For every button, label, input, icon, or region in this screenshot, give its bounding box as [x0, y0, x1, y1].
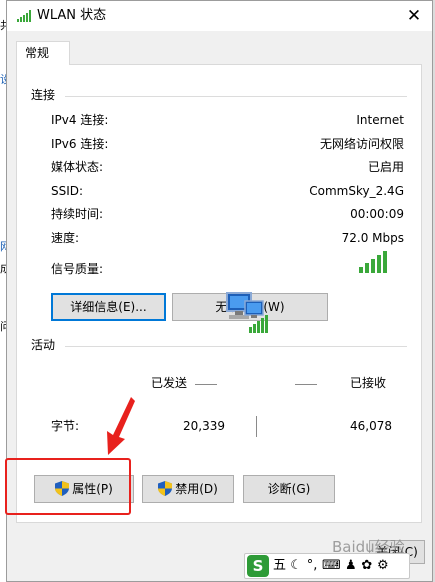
ssid-label: SSID:	[51, 184, 84, 198]
moon-icon[interactable]: ☾	[290, 558, 302, 574]
user-icon[interactable]: ♟	[345, 558, 357, 574]
bytes-divider	[256, 416, 257, 437]
highlight-arrow-icon	[107, 397, 135, 455]
ipv6-value: 无网络访问权限	[319, 137, 404, 151]
disable-label: 禁用(D)	[175, 482, 218, 496]
received-line	[295, 384, 317, 385]
signal-strength-icon	[359, 251, 387, 273]
close-icon[interactable]: ✕	[396, 1, 432, 31]
connection-section-title: 连接	[31, 88, 60, 103]
ime-toolbar[interactable]: S 五 ☾ °, ⌨ ♟ ✿ ⚙	[244, 553, 410, 579]
activity-section-title: 活动	[31, 338, 60, 353]
disable-button[interactable]: 禁用(D)	[142, 475, 234, 503]
received-label: 已接收	[350, 376, 387, 390]
skin-icon[interactable]: ✿	[361, 558, 373, 574]
details-button[interactable]: 详细信息(E)...	[51, 293, 166, 321]
media-state-value: 已启用	[367, 160, 404, 174]
highlight-frame	[5, 458, 131, 515]
ipv4-label: IPv4 连接:	[51, 113, 109, 127]
section-divider	[65, 346, 407, 347]
ime-logo-icon[interactable]: S	[247, 555, 269, 577]
ipv4-value: Internet	[356, 113, 404, 127]
signal-quality-label: 信号质量:	[51, 262, 104, 276]
title-bar[interactable]: WLAN 状态 ✕	[7, 1, 432, 31]
uac-shield-icon	[158, 481, 173, 496]
ssid-value: CommSky_2.4G	[309, 184, 404, 198]
ime-mode-wubi[interactable]: 五	[273, 558, 286, 574]
bytes-label: 字节:	[51, 419, 80, 433]
bytes-received-value: 46,078	[350, 419, 392, 433]
duration-value: 00:00:09	[350, 207, 404, 221]
duration-label: 持续时间:	[51, 207, 104, 221]
section-divider	[65, 96, 407, 97]
ipv6-label: IPv6 连接:	[51, 137, 109, 151]
bytes-sent-value: 20,339	[183, 419, 225, 433]
sent-line	[195, 384, 217, 385]
tab-general[interactable]: 常规	[16, 41, 70, 65]
diagnose-button[interactable]: 诊断(G)	[243, 475, 335, 503]
speed-label: 速度:	[51, 231, 80, 245]
settings-icon[interactable]: ⚙	[377, 558, 389, 574]
keyboard-icon[interactable]: ⌨	[322, 558, 341, 574]
window-title: WLAN 状态	[37, 8, 107, 23]
speed-value: 72.0 Mbps	[341, 231, 404, 245]
media-state-label: 媒体状态:	[51, 160, 104, 174]
punctuation-icon[interactable]: °,	[306, 558, 318, 574]
sent-label: 已发送	[151, 376, 188, 390]
network-computers-icon	[226, 292, 268, 333]
wifi-signal-icon	[17, 10, 31, 22]
